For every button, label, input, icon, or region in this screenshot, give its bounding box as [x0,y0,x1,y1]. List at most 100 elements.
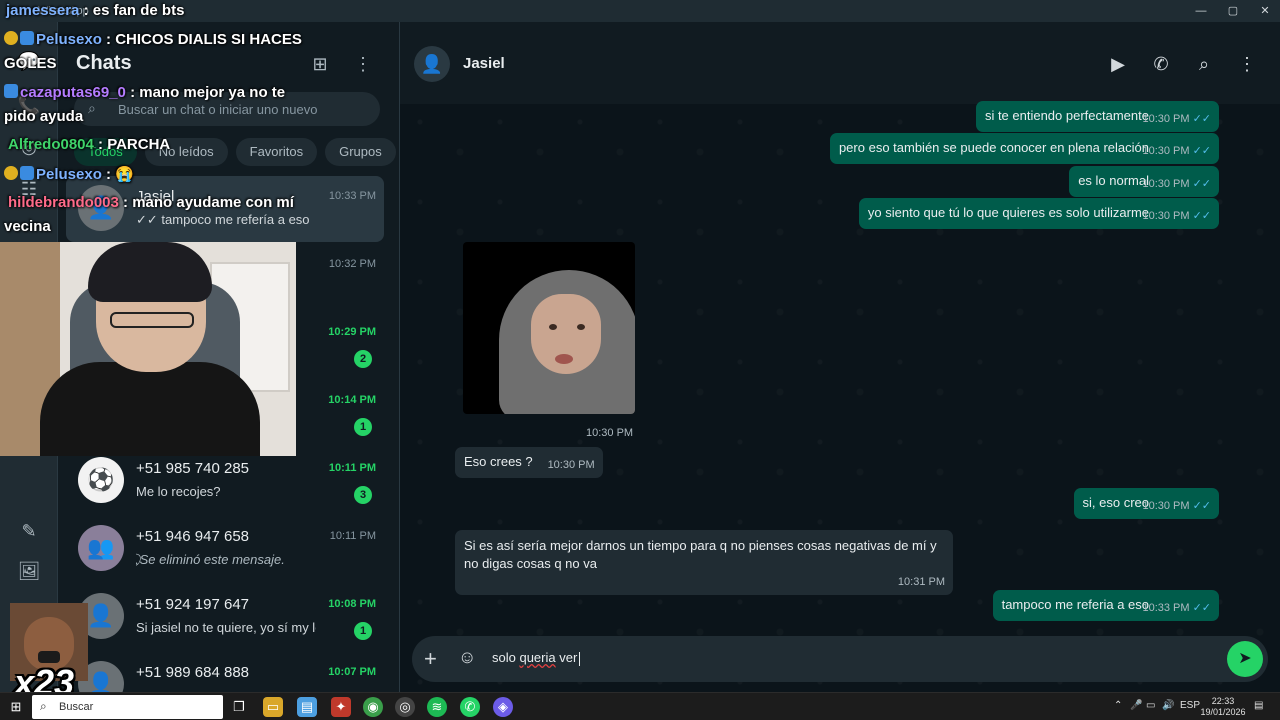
chats-icon[interactable]: 💬 [16,48,42,74]
taskbar-search[interactable]: ⌕ Buscar [32,695,223,719]
avatar: 👤 [78,185,124,231]
message-time: 10:30 PM [1142,113,1190,125]
message-outgoing[interactable]: si te entiendo perfectamente 10:30 PM ✓✓ [975,101,1219,132]
read-ticks-icon: ✓✓ [1192,178,1211,190]
close-window-button[interactable]: ✕ [1250,3,1280,19]
search-icon[interactable]: ⌕ [1191,52,1217,76]
notifications-icon[interactable]: ▤ [1254,700,1263,711]
message-time: 10:30 PM [547,459,595,471]
chat-item-jasiel[interactable]: 👤 Jasiel ✓✓ tampoco me refería a eso 10:… [66,176,384,242]
message-meta: 10:31 PM [898,573,945,591]
message-meta: 10:30 PM ✓✓ [1142,142,1211,160]
filter-groups[interactable]: Grupos [325,138,396,166]
taskbar-clock[interactable]: 22:33 19/01/2026 [1196,696,1250,718]
photo-eye [549,324,557,330]
media-gallery-icon[interactable]: 🖼 [16,558,42,584]
message-text: yo siento que tú lo que quieres es solo … [867,205,1149,220]
file-explorer-icon[interactable]: ▭ [263,697,283,717]
message-text: si te entiendo perfectamente [984,108,1149,123]
calls-icon[interactable]: 📞 [16,92,42,118]
avatar: ⚽ [78,457,124,503]
chat-name: Jasiel [136,188,175,205]
webcam-person-body [40,362,260,456]
maximize-button[interactable]: ▢ [1218,3,1248,19]
menu-kebab-icon[interactable]: ⋮ [351,52,375,76]
media-app-icon[interactable]: ✦ [331,697,351,717]
message-meta: 10:30 PM ✓✓ [1142,497,1211,515]
message-outgoing[interactable]: es lo normal 10:30 PM ✓✓ [1069,166,1219,197]
unread-badge: 2 [354,350,372,368]
read-ticks-icon: ✓✓ [1192,145,1211,157]
photo-mouth [555,354,573,364]
chat-item[interactable]: 👥 +51 946 947 658 ⃠ Se eliminó este mens… [66,516,384,582]
message-outgoing[interactable]: si, eso creo 10:30 PM ✓✓ [1073,488,1219,519]
message-time: 10:33 PM [1142,602,1190,614]
message-incoming[interactable]: Si es así sería mejor darnos un tiempo p… [455,530,953,595]
task-view-icon[interactable]: ❐ [229,697,249,717]
discord-icon[interactable]: ◈ [493,697,513,717]
notes-app-icon[interactable]: ▤ [297,697,317,717]
message-input[interactable]: solo queria ver [492,650,581,666]
chat-name: +51 946 947 658 [136,528,250,545]
search-input[interactable] [118,98,368,120]
message-time: 10:30 PM [1142,145,1190,157]
chat-item[interactable]: 👤 +51 989 684 888 10:07 PM [66,652,384,692]
filter-all[interactable]: Todos [74,138,137,166]
new-chat-icon[interactable]: ⊞ [308,52,332,76]
message-meta: 10:30 PM ✓✓ [1142,175,1211,193]
contact-avatar[interactable]: 👤 [414,46,450,82]
message-input-text: ver [555,650,578,665]
menu-kebab-icon[interactable]: ⋮ [1234,52,1260,76]
conversation-header[interactable]: 👤 Jasiel ▶ ✆ ⌕ ⋮ [400,22,1280,104]
message-composer[interactable]: + ☺ solo queria ver [412,636,1268,682]
message-meta: 10:30 PM ✓✓ [1142,110,1211,128]
send-button[interactable]: ➤ [1227,641,1263,677]
obs-icon[interactable]: ◎ [395,697,415,717]
message-incoming[interactable]: Eso crees ? 10:30 PM [455,447,603,478]
webcam-person-hair [88,242,212,302]
message-outgoing[interactable]: pero eso también se puede conocer en ple… [829,133,1219,164]
message-text: Eso crees ? [464,454,533,469]
chat-time: 10:32 PM [328,258,376,270]
contact-name[interactable]: Jasiel [463,55,505,72]
message-input-text: solo [492,650,520,665]
voice-call-icon[interactable]: ✆ [1148,52,1174,76]
chat-item[interactable]: 👤 +51 924 197 647 Si jasiel no te quiere… [66,584,384,650]
webcam-overlay [0,242,296,456]
sticker-emoji-icon[interactable]: ☺ [458,647,476,668]
whatsapp-taskbar-icon[interactable]: ✆ [460,697,480,717]
windows-start-icon[interactable]: ⊞ [8,699,24,715]
clock-time: 22:33 [1211,696,1235,706]
message-outgoing[interactable]: tampoco me referia a eso 10:33 PM ✓✓ [992,590,1219,621]
status-icon[interactable]: ◎ [16,134,42,160]
volume-icon[interactable]: 🔊 [1162,700,1174,711]
club-crest-icon: ⚽ [87,467,115,492]
minimize-button[interactable]: — [1186,3,1216,19]
chat-item[interactable]: ⚽ +51 985 740 285 Me lo recojes? 10:11 P… [66,448,384,514]
message-text: es lo normal [1078,173,1149,188]
image-message-time: 10:30 PM [586,427,634,439]
video-call-icon[interactable]: ▶ [1105,52,1131,76]
channels-icon[interactable]: ☷ [16,176,42,202]
image-message[interactable] [463,242,635,414]
spotify-icon[interactable]: ≋ [427,697,447,717]
unread-badge: 1 [354,622,372,640]
starred-messages-icon[interactable]: ✎ [16,518,42,544]
window-title: WhatsApp [38,5,89,17]
filter-favorites[interactable]: Favoritos [235,138,318,166]
attach-plus-icon[interactable]: + [424,646,437,672]
search-icon: ⌕ [40,699,47,713]
chat-name: +51 989 684 888 [136,664,250,681]
message-text: si, eso creo [1082,495,1149,510]
message-outgoing[interactable]: yo siento que tú lo que quieres es solo … [858,198,1219,229]
tray-chevron-icon[interactable]: ⌃ [1114,700,1122,711]
chrome-icon[interactable]: ◉ [363,697,383,717]
network-icon[interactable]: ▭ [1146,700,1155,711]
read-ticks-icon: ✓✓ [1192,500,1211,512]
search-bar[interactable]: ⌕ [74,92,380,126]
taskbar-search-label: Buscar [59,701,94,713]
message-text: Si es así sería mejor darnos un tiempo p… [464,538,937,571]
message-meta: 10:30 PM [548,456,595,474]
filter-unread[interactable]: No leídos [144,138,228,166]
microphone-icon[interactable]: 🎤 [1130,700,1142,711]
